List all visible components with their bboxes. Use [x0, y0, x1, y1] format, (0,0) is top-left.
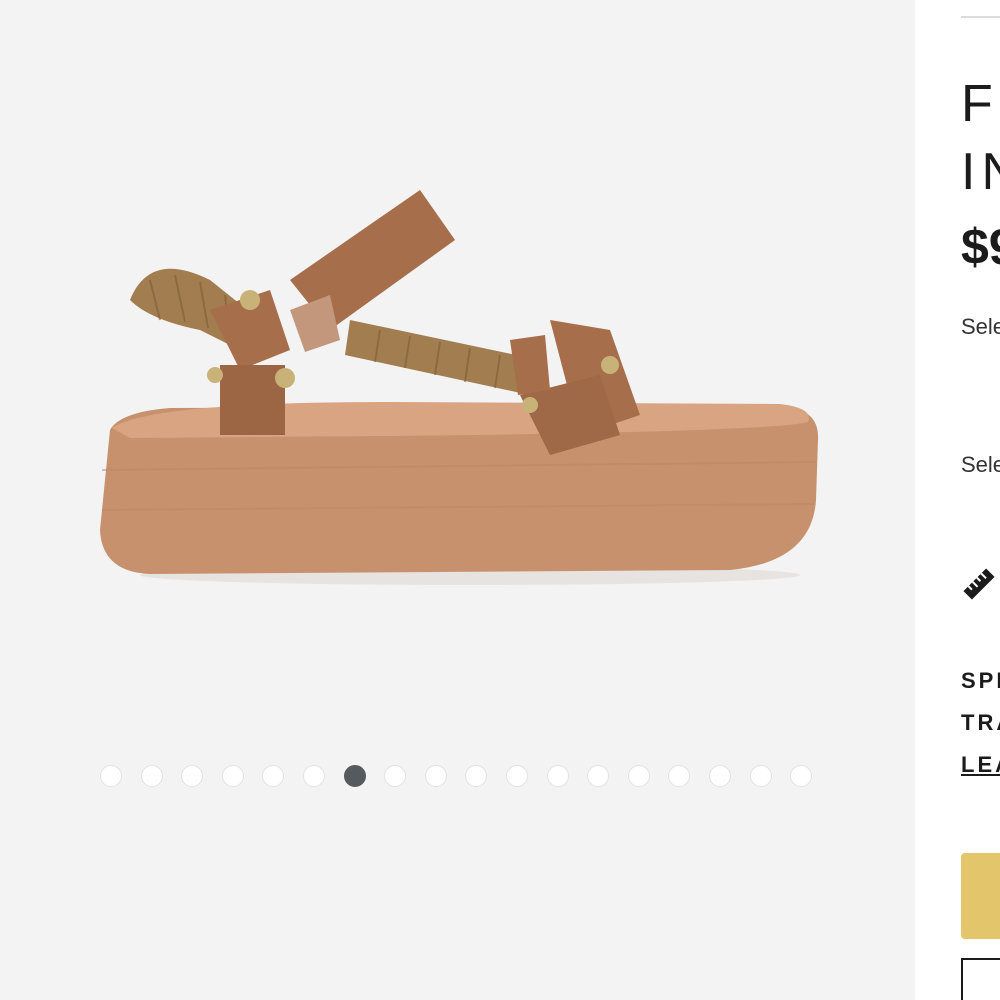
promo-line-1: SPI: [961, 668, 1000, 693]
product-details-panel: F IN $9 Sele Sele SPI TRA LEA: [915, 0, 1000, 1000]
gallery-dot[interactable]: [424, 765, 447, 787]
gallery-dot[interactable]: [546, 765, 569, 787]
gallery-dot[interactable]: [587, 765, 610, 787]
gallery-dot[interactable]: [262, 765, 285, 787]
gallery-dot[interactable]: [668, 765, 691, 787]
gallery-dot[interactable]: [140, 765, 163, 787]
gallery-dot[interactable]: [505, 765, 528, 787]
add-to-cart-button[interactable]: [961, 853, 1000, 939]
ruler-icon[interactable]: [961, 566, 997, 602]
divider: [961, 16, 1000, 18]
gallery-dot[interactable]: [790, 765, 813, 787]
gallery-dot[interactable]: [221, 765, 244, 787]
gallery-dot[interactable]: [627, 765, 650, 787]
product-gallery[interactable]: [0, 0, 915, 1000]
promo-line-2: TRA: [961, 710, 1000, 735]
learn-more-link[interactable]: LEA: [961, 744, 1000, 786]
gallery-dot[interactable]: [708, 765, 731, 787]
gallery-dot[interactable]: [465, 765, 488, 787]
gallery-pagination: [100, 765, 831, 787]
gallery-dot-active[interactable]: [343, 765, 366, 787]
gallery-dot[interactable]: [384, 765, 407, 787]
gallery-dot[interactable]: [749, 765, 772, 787]
gallery-dot[interactable]: [181, 765, 204, 787]
gallery-dot[interactable]: [302, 765, 325, 787]
product-page: F IN $9 Sele Sele SPI TRA LEA: [0, 0, 1000, 1000]
secondary-action-button[interactable]: [961, 958, 1000, 1000]
select-color-label: Sele: [961, 314, 1000, 339]
gallery-dot[interactable]: [100, 765, 122, 787]
product-price: $9: [961, 219, 1000, 275]
promo-banner: SPI TRA LEA: [961, 660, 1000, 786]
product-title: F IN: [961, 75, 1000, 201]
select-size-label: Sele: [961, 452, 1000, 477]
sandal-product-image: [100, 190, 819, 585]
